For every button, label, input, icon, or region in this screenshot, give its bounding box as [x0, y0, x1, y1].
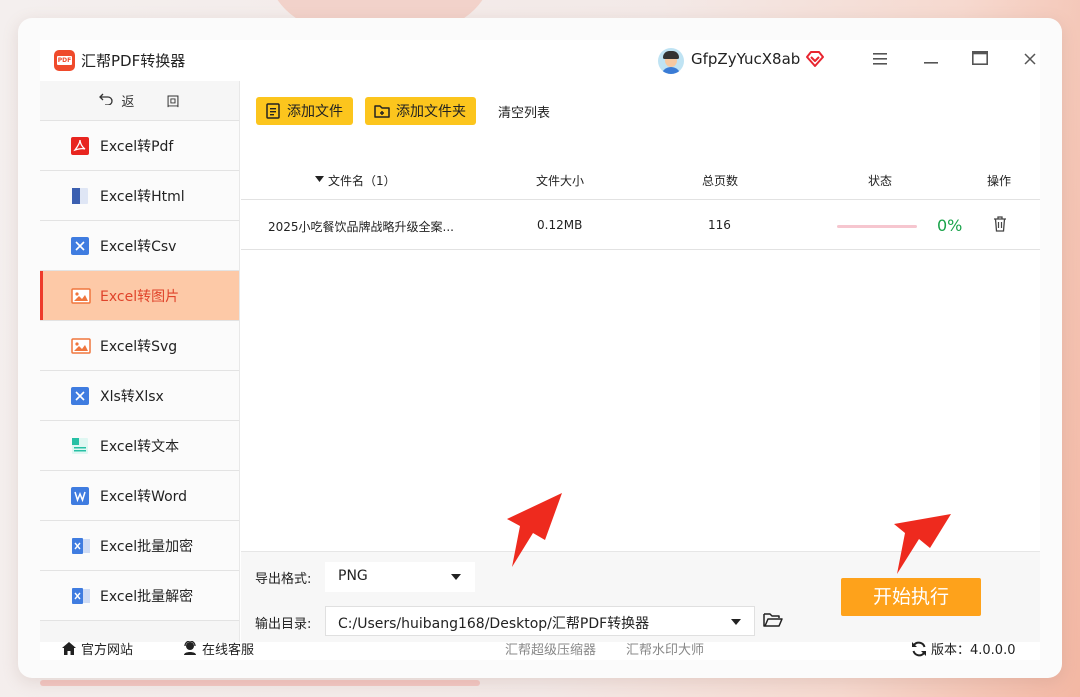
pdf-icon [71, 136, 89, 155]
back-arrow-icon [99, 93, 114, 109]
image-icon [71, 337, 91, 355]
format-value: PNG [338, 568, 368, 584]
sidebar-item-excel-to-csv[interactable]: Excel转Csv [40, 221, 239, 271]
background-bar [40, 680, 480, 686]
table-row[interactable]: 2025小吃餐饮品牌战略升级全案... 0.12MB 116 0% [241, 201, 1040, 250]
vip-diamond-icon[interactable] [805, 50, 825, 68]
column-header-status: 状态 [868, 174, 893, 188]
title-bar: PDF 汇帮PDF转换器 [40, 40, 1040, 80]
online-service-label: 在线客服 [202, 643, 255, 658]
add-file-label: 添加文件 [287, 104, 343, 120]
app-logo-text: PDF [56, 55, 73, 65]
excel-icon [71, 537, 90, 555]
compressor-link[interactable]: 汇帮超级压缩器 [505, 639, 596, 658]
support-icon [184, 641, 196, 655]
file-name: 2025小吃餐饮品牌战略升级全案... [268, 220, 454, 234]
output-dir-select[interactable]: C:/Users/huibang168/Desktop/汇帮PDF转换器 [325, 606, 755, 636]
sidebar-item-xls-to-xlsx[interactable]: Xls转Xlsx [40, 371, 239, 421]
format-label: 导出格式: [255, 572, 312, 587]
home-icon [62, 642, 76, 655]
column-header-pages: 总页数 [702, 174, 739, 188]
sidebar-item-label: Excel转Svg [100, 338, 178, 355]
dir-label: 输出目录: [255, 617, 312, 632]
app-window: PDF 汇帮PDF转换器 GfpZyYucX8ab 返 回 Excel转Pdf … [18, 18, 1062, 678]
sidebar-item-label: Excel转Pdf [100, 138, 174, 155]
sidebar-item-label: Excel转Html [100, 188, 185, 205]
output-dir-value: C:/Users/huibang168/Desktop/汇帮PDF转换器 [338, 616, 650, 632]
excel-icon [71, 386, 89, 405]
output-settings: 导出格式: PNG 输出目录: C:/Users/huibang168/Desk… [241, 551, 1040, 642]
back-label: 返 回 [121, 95, 194, 110]
sidebar: 返 回 Excel转Pdf Excel转Html Excel转Csv Excel… [40, 81, 240, 642]
online-service-link[interactable]: 在线客服 [182, 639, 254, 658]
version-info[interactable]: 版本：4.0.0.0 [911, 639, 1015, 658]
format-select[interactable]: PNG [325, 562, 475, 592]
sidebar-item-excel-batch-encrypt[interactable]: Excel批量加密 [40, 521, 239, 571]
file-size: 0.12MB [537, 218, 583, 232]
add-folder-label: 添加文件夹 [396, 104, 466, 120]
sidebar-item-excel-batch-decrypt[interactable]: Excel批量解密 [40, 571, 239, 621]
sidebar-item-label: Excel批量加密 [100, 538, 194, 555]
clear-list-button[interactable]: 清空列表 [498, 102, 550, 121]
minimize-icon[interactable] [921, 50, 941, 70]
text-icon [71, 437, 89, 455]
toolbar: 添加文件 添加文件夹 清空列表 [256, 97, 550, 125]
app-title: 汇帮PDF转换器 [81, 51, 186, 70]
sidebar-item-label: Excel转Csv [100, 238, 177, 255]
avatar[interactable] [658, 48, 684, 74]
browse-folder-icon[interactable] [763, 611, 783, 629]
sidebar-item-label: Excel转文本 [100, 438, 180, 455]
page-count: 116 [708, 218, 731, 232]
sidebar-item-excel-to-svg[interactable]: Excel转Svg [40, 321, 239, 371]
window-content: PDF 汇帮PDF转换器 GfpZyYucX8ab 返 回 Excel转Pdf … [40, 40, 1040, 660]
refresh-icon [912, 641, 926, 656]
sort-caret-icon[interactable] [315, 172, 324, 186]
menu-icon[interactable] [870, 50, 890, 70]
close-icon[interactable] [1020, 50, 1040, 70]
official-website-link[interactable]: 官方网站 [61, 639, 133, 658]
chevron-down-icon [451, 574, 461, 580]
start-button[interactable]: 开始执行 [841, 578, 981, 616]
file-table-header: 文件名（1） 文件大小 总页数 状态 操作 [241, 160, 1040, 200]
word-icon [71, 486, 89, 505]
progress-percent: 0% [937, 216, 963, 235]
sidebar-item-label: Xls转Xlsx [100, 388, 164, 405]
sidebar-item-excel-to-image[interactable]: Excel转图片 [40, 271, 239, 321]
column-header-name[interactable]: 文件名（1） [328, 172, 396, 189]
sidebar-item-excel-to-pdf[interactable]: Excel转Pdf [40, 121, 239, 171]
column-header-action: 操作 [987, 174, 1012, 188]
chevron-down-icon [731, 619, 741, 625]
sidebar-item-excel-to-text[interactable]: Excel转文本 [40, 421, 239, 471]
official-website-label: 官方网站 [81, 643, 134, 658]
html-icon [71, 187, 89, 205]
sidebar-item-excel-to-word[interactable]: Excel转Word [40, 471, 239, 521]
back-button[interactable]: 返 回 [40, 81, 239, 121]
add-file-button[interactable]: 添加文件 [256, 97, 353, 125]
sidebar-item-label: Excel转Word [100, 488, 188, 505]
image-icon [71, 287, 91, 305]
sidebar-item-label: Excel批量解密 [100, 588, 194, 605]
version-label: 版本：4.0.0.0 [931, 643, 1016, 658]
watermark-link[interactable]: 汇帮水印大师 [626, 639, 704, 658]
username[interactable]: GfpZyYucX8ab [691, 50, 800, 68]
progress-bar [837, 225, 917, 228]
excel-icon [71, 236, 89, 255]
app-logo-icon: PDF [54, 49, 75, 71]
maximize-icon[interactable] [970, 50, 990, 70]
sidebar-item-excel-to-html[interactable]: Excel转Html [40, 171, 239, 221]
add-folder-button[interactable]: 添加文件夹 [365, 97, 476, 125]
add-folder-icon [374, 103, 390, 119]
status-bar: 官方网站 在线客服 汇帮超级压缩器 汇帮水印大师 版本：4.0.0.0 [40, 639, 1040, 660]
delete-icon[interactable] [993, 216, 1007, 232]
excel-icon [71, 587, 90, 605]
add-file-icon [265, 103, 281, 119]
sidebar-item-label: Excel转图片 [100, 288, 180, 305]
column-header-size: 文件大小 [536, 174, 585, 188]
